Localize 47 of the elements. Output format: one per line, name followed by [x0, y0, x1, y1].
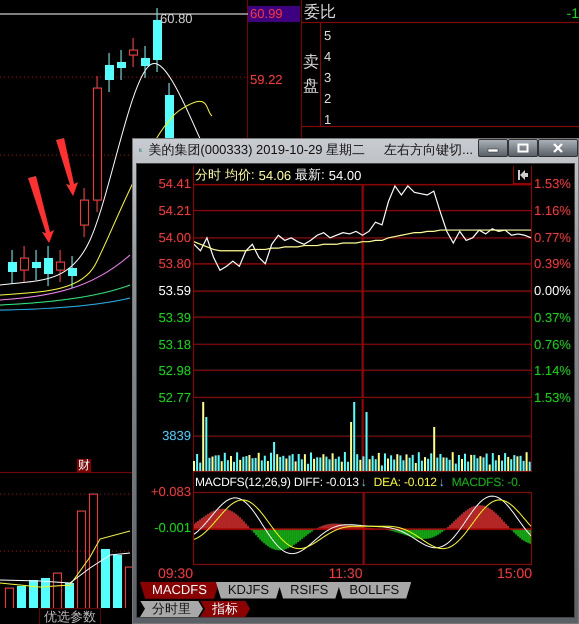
macd-tick: +0.083	[150, 485, 191, 499]
order-level: 3	[324, 69, 332, 87]
time-tick: 09:30	[156, 565, 193, 581]
trend-arrow: ↓	[360, 475, 367, 489]
price-tick: 54.00	[158, 230, 191, 244]
percent-tick: 0.37%	[534, 310, 571, 325]
price-tick: 52.98	[158, 364, 191, 378]
order-level: 2	[324, 90, 332, 108]
time-tick: 11:30	[328, 565, 362, 581]
price-tick: 54.41	[158, 177, 191, 191]
price-tick: 53.39	[158, 310, 191, 325]
volume-tick: 3839	[161, 427, 192, 445]
percent-tick: 0.76%	[534, 338, 571, 352]
indicator-value: MACDFS(12,26,9) DIFF: -0.013	[195, 475, 359, 489]
last-price-label: 最新:	[295, 166, 325, 184]
percent-tick: 1.53%	[534, 177, 571, 191]
percent-tick: 1.53%	[534, 391, 571, 405]
percent-tick: 0.39%	[534, 257, 571, 272]
price-tick: 53.59	[158, 284, 191, 298]
percent-tick: 1.16%	[534, 204, 571, 218]
indicator-value: DEA: -0.012	[374, 475, 437, 489]
time-tick: 15:00	[496, 565, 532, 581]
order-level: 4	[324, 48, 332, 66]
order-ratio-value: -1	[566, 4, 579, 20]
order-level: 1	[324, 111, 332, 129]
price-label: 59.22	[249, 72, 284, 88]
average-price-label: 均价:	[225, 166, 255, 184]
trend-arrow: ↓	[438, 475, 445, 489]
window-title: 美的集团(000333) 2019-10-29 星期二	[148, 141, 366, 159]
macd-tick: -0.001	[154, 521, 191, 535]
price-label: 60.80	[160, 11, 193, 26]
percent-tick: 0.00%	[534, 284, 571, 298]
last-price-value: 54.00	[328, 168, 362, 182]
hint-text: 左右方向键切...	[384, 141, 473, 159]
side-label: 卖盘	[303, 52, 319, 96]
price-tick: 53.18	[158, 338, 191, 352]
percent-tick: 1.14%	[534, 364, 571, 378]
price-label: 60.99	[248, 6, 300, 22]
chart-mode-label: 分时	[195, 166, 221, 184]
average-price-value: 54.06	[258, 168, 292, 182]
order-level: 5	[324, 27, 332, 45]
price-tick: 53.80	[158, 257, 191, 272]
indicator-value: MACDFS: -0.	[452, 475, 521, 489]
price-tick: 54.21	[158, 204, 191, 218]
order-ratio-label: 委比	[303, 2, 336, 23]
percent-tick: 0.77%	[534, 230, 571, 244]
price-tick: 52.77	[158, 391, 191, 405]
